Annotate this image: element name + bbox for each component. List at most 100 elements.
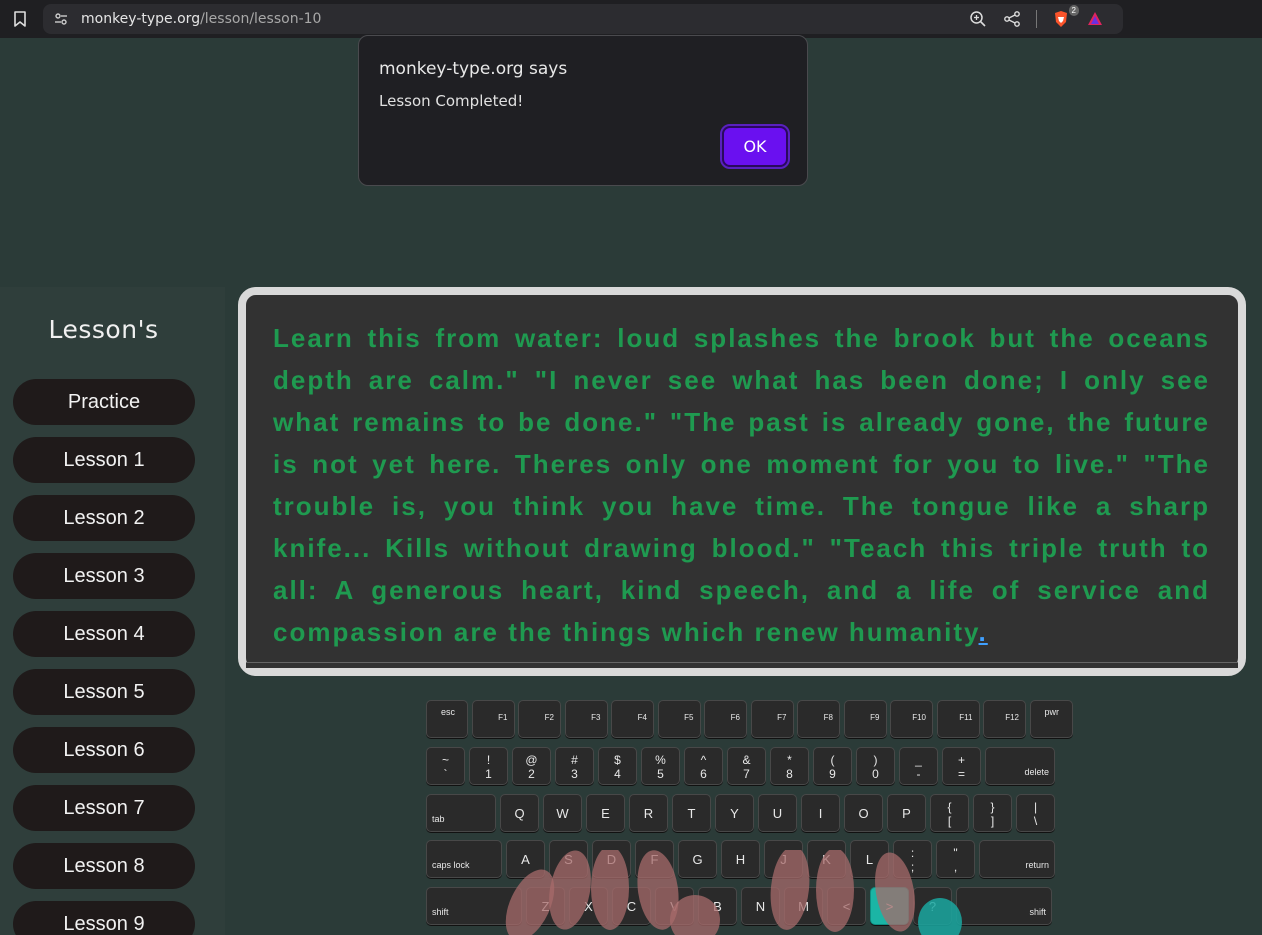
key-x[interactable]: X xyxy=(569,887,608,925)
sidebar-item-lesson-9[interactable]: Lesson 9 xyxy=(13,901,195,935)
sidebar-item-lesson-8[interactable]: Lesson 8 xyxy=(13,843,195,889)
key-([interactable]: (9 xyxy=(813,747,852,785)
bookmark-icon[interactable] xyxy=(10,9,30,29)
key-label: > xyxy=(885,899,894,914)
brave-shield-icon[interactable]: 2 xyxy=(1051,5,1079,29)
key-g[interactable]: G xyxy=(678,840,717,878)
key-?[interactable]: ? xyxy=(913,887,952,925)
key-c[interactable]: C xyxy=(612,887,651,925)
key-f1[interactable]: F1 xyxy=(471,700,515,738)
key-![interactable]: ! 1 xyxy=(469,747,508,785)
key-f5[interactable]: F5 xyxy=(657,700,701,738)
key-t[interactable]: T xyxy=(672,794,711,832)
address-bar[interactable]: monkey-type.org/lesson/lesson-10 2 xyxy=(43,4,1123,34)
key-tab[interactable]: tab xyxy=(426,794,496,832)
key-"[interactable]: ", xyxy=(936,840,975,878)
key-~[interactable]: ~ ` xyxy=(426,747,465,785)
key-v[interactable]: V xyxy=(655,887,694,925)
key-r[interactable]: R xyxy=(629,794,668,832)
key-pwr[interactable]: pwr xyxy=(1029,700,1073,738)
key-q[interactable]: Q xyxy=(500,794,539,832)
key-shift[interactable]: shift xyxy=(426,887,522,925)
key-#[interactable]: #3 xyxy=(555,747,594,785)
key-$[interactable]: $4 xyxy=(598,747,637,785)
key-f10[interactable]: F10 xyxy=(890,700,933,738)
key-m[interactable]: M xyxy=(784,887,823,925)
key-@[interactable]: @2 xyxy=(512,747,551,785)
sidebar-item-lesson-4[interactable]: Lesson 4 xyxy=(13,611,195,657)
key-shift[interactable]: shift xyxy=(956,887,1052,925)
sidebar-item-lesson-3[interactable]: Lesson 3 xyxy=(13,553,195,599)
key-f9[interactable]: F9 xyxy=(843,700,887,738)
sidebar-item-lesson-5[interactable]: Lesson 5 xyxy=(13,669,195,715)
key-esc[interactable]: esc xyxy=(426,700,468,738)
key-f2[interactable]: F2 xyxy=(518,700,561,738)
key-d[interactable]: D xyxy=(592,840,631,878)
url-text[interactable]: monkey-type.org/lesson/lesson-10 xyxy=(81,11,321,27)
typed-text: Learn this from water: loud splashes the… xyxy=(273,323,1210,647)
sidebar-item-lesson-6[interactable]: Lesson 6 xyxy=(13,727,195,773)
key-l[interactable]: L xyxy=(850,840,889,878)
sidebar-item-lesson-2[interactable]: Lesson 2 xyxy=(13,495,195,541)
key-|[interactable]: | \ xyxy=(1016,794,1055,832)
key-o[interactable]: O xyxy=(844,794,883,832)
key-j[interactable]: J xyxy=(764,840,803,878)
key-label: A xyxy=(521,852,530,867)
key-i[interactable]: I xyxy=(801,794,840,832)
sidebar-item-lesson-1[interactable]: Lesson 1 xyxy=(13,437,195,483)
key-}[interactable]: }] xyxy=(973,794,1012,832)
brave-rewards-icon[interactable] xyxy=(1085,9,1105,29)
ok-button[interactable]: OK xyxy=(720,124,790,169)
key-a[interactable]: A xyxy=(506,840,545,878)
typing-text-panel[interactable]: Learn this from water: loud splashes the… xyxy=(238,287,1246,676)
key-f4[interactable]: F4 xyxy=(611,700,654,738)
key-n[interactable]: N xyxy=(741,887,780,925)
key-e[interactable]: E xyxy=(586,794,625,832)
site-settings-icon[interactable] xyxy=(53,11,69,27)
key->[interactable]: > xyxy=(870,887,909,925)
key-caps-lock[interactable]: caps lock xyxy=(426,840,502,878)
key-&[interactable]: & 7 xyxy=(727,747,766,785)
key-s[interactable]: S xyxy=(549,840,588,878)
shield-count-badge: 2 xyxy=(1068,5,1079,16)
dialog-title: monkey-type.org says xyxy=(379,59,568,79)
key-label: delete xyxy=(1024,767,1049,777)
key-f8[interactable]: F8 xyxy=(797,700,840,738)
key-p[interactable]: P xyxy=(887,794,926,832)
key-label: shift xyxy=(1029,907,1046,917)
key-*[interactable]: * 8 xyxy=(770,747,809,785)
key-%[interactable]: % 5 xyxy=(641,747,680,785)
key-shift-label: _ xyxy=(915,753,922,767)
key-delete[interactable]: delete xyxy=(985,747,1055,785)
key-label: K xyxy=(822,852,831,867)
key-z[interactable]: Z xyxy=(526,887,565,925)
key-{[interactable]: {[ xyxy=(930,794,969,832)
key-h[interactable]: H xyxy=(721,840,760,878)
key-<[interactable]: < xyxy=(827,887,866,925)
key-_[interactable]: _ - xyxy=(899,747,938,785)
key-return[interactable]: return xyxy=(979,840,1055,878)
key-f11[interactable]: F11 xyxy=(936,700,980,738)
sidebar-item-practice[interactable]: Practice xyxy=(13,379,195,425)
key-b[interactable]: B xyxy=(698,887,737,925)
key-f12[interactable]: F12 xyxy=(983,700,1026,738)
key-f6[interactable]: F6 xyxy=(704,700,747,738)
key-label: L xyxy=(865,852,874,867)
key-:[interactable]: :; xyxy=(893,840,932,878)
key-w[interactable]: W xyxy=(543,794,582,832)
sidebar-item-lesson-7[interactable]: Lesson 7 xyxy=(13,785,195,831)
key-y[interactable]: Y xyxy=(715,794,754,832)
key-^[interactable]: ^ 6 xyxy=(684,747,723,785)
share-icon[interactable] xyxy=(1002,9,1022,29)
key-u[interactable]: U xyxy=(758,794,797,832)
key-f[interactable]: F xyxy=(635,840,674,878)
key-label: shift xyxy=(432,907,449,917)
key-f3[interactable]: F3 xyxy=(564,700,608,738)
key-base-label: 4 xyxy=(614,767,621,781)
key-f7[interactable]: F7 xyxy=(750,700,794,738)
key-)[interactable]: ) 0 xyxy=(856,747,895,785)
zoom-icon[interactable] xyxy=(968,9,988,29)
key-shift-label: " xyxy=(953,846,958,860)
key-k[interactable]: K xyxy=(807,840,846,878)
key-+[interactable]: + = xyxy=(942,747,981,785)
